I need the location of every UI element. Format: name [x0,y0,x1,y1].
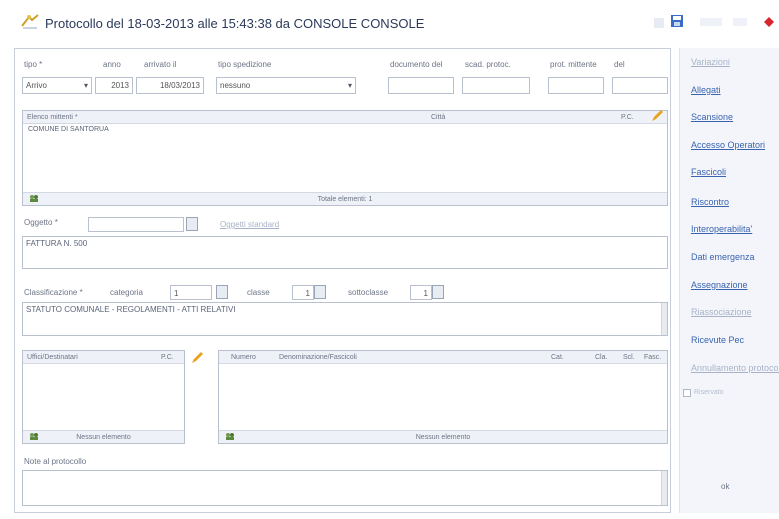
action-scansione[interactable]: Scansione [691,112,733,122]
tipo-label: tipo * [24,60,43,69]
toolbar-faded-icon[interactable] [654,18,664,28]
mittenti-header: Elenco mittenti * Città P.C. [23,111,667,124]
uffici-footer: Nessun elemento [23,430,184,443]
cla-col-header: Cla. [595,354,608,361]
action-fascicoli[interactable]: Fascicoli [691,167,726,177]
classe-lookup-button[interactable] [314,285,326,299]
prot-mittente-label: prot. mittente [550,60,597,69]
scl-col-header: Scl. [623,354,635,361]
action-annullamento-protocollo[interactable]: Annullamento protocollo [691,363,779,373]
action-variazioni[interactable]: Variazioni [691,57,730,67]
mittenti-footer: Totale elementi: 1 [23,192,667,205]
people-icon[interactable] [29,194,39,203]
pencil-edit-icon[interactable] [190,351,204,365]
toolbar-faded-icon-2[interactable] [700,18,722,26]
sottoclasse-input[interactable]: 1 [410,285,432,300]
denominazione-col-header: Denominazione/Fascicoli [279,354,357,361]
categoria-label: categoria [110,288,143,297]
classe-label: classe [247,288,270,297]
numero-col-header: Numero [231,354,256,361]
mittenti-list: Elenco mittenti * Città P.C. COMUNE DI S… [22,110,668,206]
tipo-value: Arrivo [26,81,47,90]
uffici-col-header: Uffici/Destinatari [27,354,78,361]
action-accesso-operatori[interactable]: Accesso Operatori [691,140,765,150]
classificazione-textarea[interactable]: STATUTO COMUNALE - REGOLAMENTI - ATTI RE… [22,302,668,336]
fascicoli-list: Numero Denominazione/Fascicoli Cat. Cla.… [218,350,668,444]
sottoclasse-label: sottoclasse [348,288,389,297]
arrivato-input[interactable]: 18/03/2013 [136,77,204,94]
action-riscontro[interactable]: Riscontro [691,197,729,207]
people-icon[interactable] [29,432,39,441]
close-icon[interactable] [764,17,774,27]
fascicoli-header: Numero Denominazione/Fascicoli Cat. Cla.… [219,351,667,364]
uffici-list: Uffici/Destinatari P.C. Nessun elemento [22,350,185,444]
classificazione-text: STATUTO COMUNALE - REGOLAMENTI - ATTI RE… [26,305,236,314]
action-interoperabilita[interactable]: Interoperabilita' [691,224,752,234]
chevron-down-icon: ▾ [347,81,352,90]
fascicoli-footer: Nessun elemento [219,430,667,443]
note-textarea[interactable] [22,470,668,506]
sottoclasse-lookup-button[interactable] [432,285,444,299]
scad-protoc-label: scad. protoc. [465,60,511,69]
note-scrollbar[interactable] [661,471,667,505]
classe-input[interactable]: 1 [292,285,314,300]
documento-del-label: documento del [390,60,443,69]
cat-col-header: Cat. [551,354,564,361]
riservato-checkbox[interactable] [683,389,691,397]
oggetto-text: FATTURA N. 500 [26,239,88,248]
uffici-header: Uffici/Destinatari P.C. [23,351,184,364]
action-riassociazione[interactable]: Riassociazione [691,307,752,317]
action-ricevute-pec[interactable]: Ricevute Pec [691,335,744,345]
oggetto-label: Oggetto * [24,218,58,227]
oggetto-lookup-button[interactable] [186,217,198,231]
mittenti-col-header: Elenco mittenti * [27,114,78,121]
protocol-logo-icon [21,14,39,29]
classificazione-scrollbar[interactable] [661,303,667,335]
save-icon[interactable] [670,14,684,28]
fasc-col-header: Fasc. [644,354,662,361]
citta-col-header: Città [431,114,446,121]
people-icon[interactable] [225,432,235,441]
pencil-edit-icon[interactable] [650,109,664,123]
del-label: del [614,60,625,69]
toolbar-faded-icon-3[interactable] [733,18,747,26]
action-allegati[interactable]: Allegati [691,85,721,95]
oggetto-textarea[interactable]: FATTURA N. 500 [22,236,668,269]
tipo-spedizione-select[interactable]: nessuno ▾ [216,77,356,94]
tipo-spedizione-label: tipo spedizione [218,60,272,69]
riservato-label: Riservato [694,389,724,396]
action-dati-emergenza[interactable]: Dati emergenza [691,252,755,262]
mittenti-row[interactable]: COMUNE DI SANTORUA [25,124,112,135]
del-input[interactable] [612,77,668,94]
anno-label: anno [103,60,121,69]
arrivato-label: arrivato il [144,60,177,69]
note-label: Note al protocollo [24,457,87,466]
window-title: Protocollo del 18-03-2013 alle 15:43:38 … [45,16,425,31]
anno-input[interactable]: 2013 [95,77,133,94]
prot-mittente-input[interactable] [548,77,604,94]
tipo-select[interactable]: Arrivo ▾ [22,77,92,94]
categoria-lookup-button[interactable] [216,285,228,299]
documento-del-input[interactable] [388,77,454,94]
oggetti-standard-link[interactable]: Oggetti standard [220,220,279,229]
action-assegnazione[interactable]: Assegnazione [691,280,748,290]
chevron-down-icon: ▾ [83,81,88,90]
pc-col-header: P.C. [621,114,634,121]
uffici-pc-col-header: P.C. [161,354,174,361]
scad-protoc-input[interactable] [462,77,530,94]
ok-button[interactable]: ok [721,482,729,491]
tipo-spedizione-value: nessuno [220,81,251,90]
classificazione-label: Classificazione * [24,288,83,297]
categoria-input[interactable]: 1 [170,285,212,300]
oggetto-code-input[interactable] [88,217,184,232]
